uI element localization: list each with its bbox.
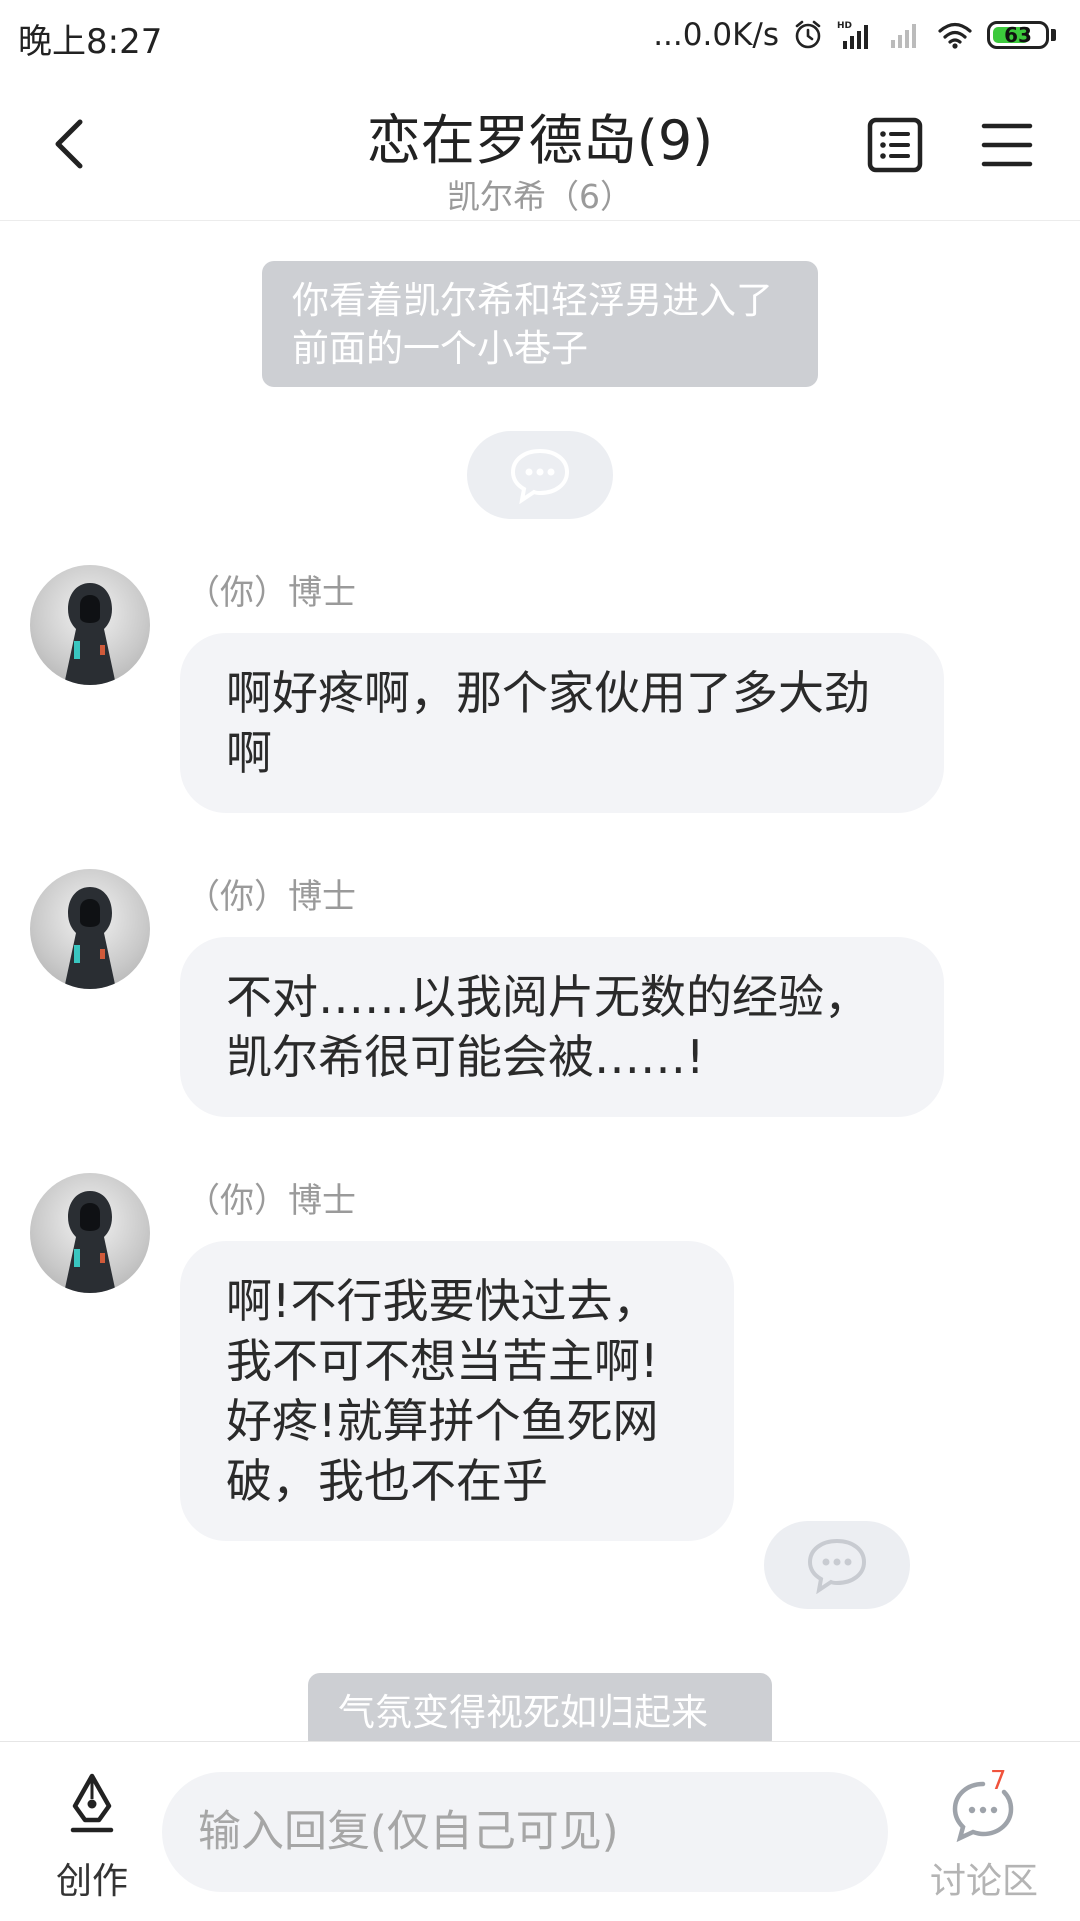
discussion-label: 讨论区 bbox=[929, 1861, 1038, 1902]
message-bubble[interactable]: 啊好疼啊，那个家伙用了多大劲啊 bbox=[180, 633, 944, 813]
hooded-figure-icon bbox=[64, 583, 116, 685]
create-button[interactable]: 创作 bbox=[44, 1772, 140, 1902]
narration-message: 你看着凯尔希和轻浮男进入了前面的一个小巷子 bbox=[262, 261, 818, 387]
comment-bubble-icon bbox=[510, 448, 570, 504]
comment-button[interactable] bbox=[764, 1521, 910, 1609]
menu-button[interactable] bbox=[980, 118, 1034, 172]
cellular-signal-empty-icon bbox=[891, 24, 916, 48]
svg-text:HD: HD bbox=[837, 21, 852, 31]
create-label: 创作 bbox=[55, 1861, 128, 1902]
page-subtitle: 凯尔希（6） bbox=[447, 177, 633, 216]
catalog-button[interactable] bbox=[866, 116, 924, 174]
wifi-icon bbox=[938, 22, 972, 49]
message-bubble[interactable]: 啊!不行我要快过去，我不可不想当苦主啊!好疼!就算拼个鱼死网破，我也不在乎 bbox=[180, 1241, 734, 1541]
chat-list[interactable]: 你看着凯尔希和轻浮男进入了前面的一个小巷子 （你）博士 啊好疼啊，那个家伙用了多… bbox=[0, 221, 1080, 1741]
battery-level: 63 bbox=[1004, 23, 1032, 47]
pen-nib-icon bbox=[70, 1773, 114, 1833]
hooded-figure-icon bbox=[64, 1191, 116, 1293]
discussion-bubble-icon bbox=[952, 1781, 1014, 1843]
status-bar: 晚上8:27 ...0.0K/s HD 63 bbox=[0, 0, 1080, 72]
alarm-icon bbox=[795, 20, 821, 49]
avatar[interactable] bbox=[30, 1173, 150, 1293]
network-speed: ...0.0K/s bbox=[653, 17, 779, 53]
hooded-figure-icon bbox=[64, 887, 116, 989]
chat-header: 恋在罗德岛(9) 凯尔希（6） bbox=[0, 72, 1080, 221]
sender-name: （你）博士 bbox=[186, 573, 356, 613]
bottom-bar: 创作 7 讨论区 bbox=[0, 1741, 1080, 1921]
status-time: 晚上8:27 bbox=[18, 22, 163, 62]
sender-name: （你）博士 bbox=[186, 877, 356, 917]
comment-bubble-icon bbox=[807, 1538, 867, 1594]
cellular-signal-icon: HD bbox=[837, 21, 868, 49]
battery-icon: 63 bbox=[987, 21, 1056, 49]
status-icons: ...0.0K/s HD 63 bbox=[653, 12, 1056, 58]
narration-message: 气氛变得视死如归起来 bbox=[308, 1673, 772, 1741]
avatar[interactable] bbox=[30, 565, 150, 685]
catalog-icon bbox=[867, 117, 923, 173]
avatar[interactable] bbox=[30, 869, 150, 989]
menu-icon bbox=[981, 123, 1033, 167]
comment-button[interactable] bbox=[467, 431, 613, 519]
message-bubble[interactable]: 不对……以我阅片无数的经验，凯尔希很可能会被……! bbox=[180, 937, 944, 1117]
discussion-button[interactable]: 7 讨论区 bbox=[924, 1766, 1044, 1906]
reply-input[interactable] bbox=[162, 1772, 888, 1892]
discussion-badge: 7 bbox=[990, 1766, 1007, 1796]
sender-name: （你）博士 bbox=[186, 1181, 356, 1221]
